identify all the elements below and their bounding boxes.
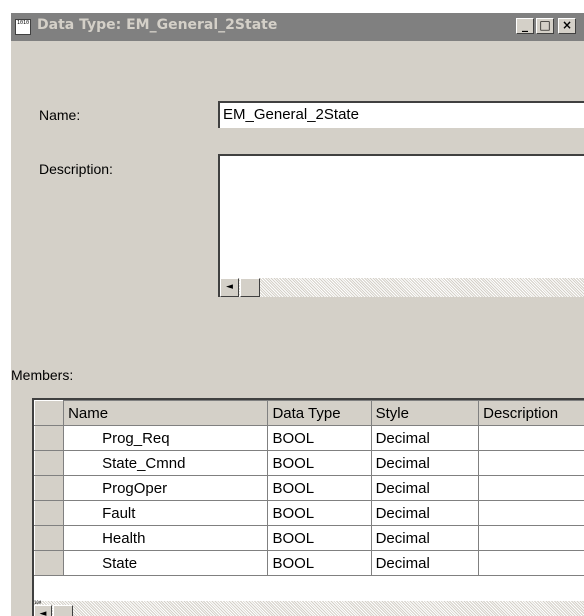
members-grid[interactable]: Name Data Type Style Description Prog_Re… — [32, 398, 584, 616]
grid-header-row: Name Data Type Style Description — [34, 400, 584, 426]
member-name-cell[interactable]: Prog_Req — [63, 425, 269, 451]
member-data-type-cell[interactable]: BOOL — [267, 500, 372, 526]
row-header-corner[interactable] — [34, 400, 65, 426]
scroll-thumb[interactable] — [53, 605, 73, 616]
scroll-left-icon[interactable]: ◄ — [34, 605, 52, 616]
data-type-dialog: 1010 Data Type: EM_General_2State _ □ × … — [10, 12, 584, 616]
member-name-cell[interactable]: Fault — [63, 500, 269, 526]
description-label: Description: — [39, 161, 113, 177]
member-data-type-cell[interactable]: BOOL — [267, 525, 372, 551]
row-selector[interactable] — [34, 475, 65, 501]
row-selector[interactable] — [34, 450, 65, 476]
member-style-cell[interactable]: Decimal — [370, 500, 480, 526]
member-style-cell[interactable]: Decimal — [370, 475, 480, 501]
member-data-type-cell[interactable]: BOOL — [267, 425, 372, 451]
scroll-left-icon[interactable]: ◄ — [220, 278, 239, 297]
member-data-type-cell[interactable]: BOOL — [267, 550, 372, 576]
member-name-cell[interactable]: State_Cmnd — [63, 450, 269, 476]
row-selector[interactable] — [34, 525, 65, 551]
column-header-name[interactable]: Name — [63, 400, 269, 426]
scroll-thumb[interactable] — [240, 278, 260, 297]
column-header-data-type[interactable]: Data Type — [267, 400, 372, 426]
member-style-cell[interactable]: Decimal — [370, 450, 480, 476]
name-label: Name: — [39, 107, 81, 123]
minimize-button[interactable]: _ — [516, 18, 534, 34]
table-row[interactable]: State BOOL Decimal — [34, 550, 584, 576]
member-data-type-cell[interactable]: BOOL — [267, 450, 372, 476]
row-selector[interactable] — [34, 550, 65, 576]
name-field[interactable]: EM_General_2State — [218, 101, 584, 128]
member-style-cell[interactable]: Decimal — [370, 425, 480, 451]
member-name-cell[interactable]: ProgOper — [63, 475, 269, 501]
description-field[interactable]: ◄ — [218, 154, 584, 297]
column-header-style[interactable]: Style — [370, 400, 480, 426]
row-selector[interactable] — [34, 425, 65, 451]
description-horizontal-scrollbar[interactable]: ◄ — [220, 278, 584, 297]
member-description-cell[interactable] — [478, 500, 584, 526]
table-row[interactable]: Fault BOOL Decimal — [34, 500, 584, 526]
close-button[interactable]: × — [558, 18, 576, 34]
table-row[interactable]: Prog_Req BOOL Decimal — [34, 425, 584, 451]
window-title: Data Type: EM_General_2State — [37, 17, 278, 33]
member-description-cell[interactable] — [478, 525, 584, 551]
maximize-button[interactable]: □ — [536, 18, 554, 34]
member-style-cell[interactable]: Decimal — [370, 550, 480, 576]
member-description-cell[interactable] — [478, 550, 584, 576]
member-name-cell[interactable]: Health — [63, 525, 269, 551]
members-horizontal-scrollbar[interactable]: 10# ◄ — [34, 601, 584, 616]
table-row[interactable]: Health BOOL Decimal — [34, 525, 584, 551]
table-row[interactable]: ProgOper BOOL Decimal — [34, 475, 584, 501]
data-type-icon: 1010 — [15, 19, 31, 35]
title-bar[interactable]: 1010 Data Type: EM_General_2State _ □ × — [11, 13, 584, 41]
member-description-cell[interactable] — [478, 450, 584, 476]
column-header-description[interactable]: Description — [478, 400, 584, 426]
member-description-cell[interactable] — [478, 425, 584, 451]
member-description-cell[interactable] — [478, 475, 584, 501]
member-data-type-cell[interactable]: BOOL — [267, 475, 372, 501]
table-row[interactable]: State_Cmnd BOOL Decimal — [34, 450, 584, 476]
members-label: Members: — [11, 367, 74, 383]
member-name-cell[interactable]: State — [63, 550, 269, 576]
member-style-cell[interactable]: Decimal — [370, 525, 480, 551]
row-selector[interactable] — [34, 500, 65, 526]
